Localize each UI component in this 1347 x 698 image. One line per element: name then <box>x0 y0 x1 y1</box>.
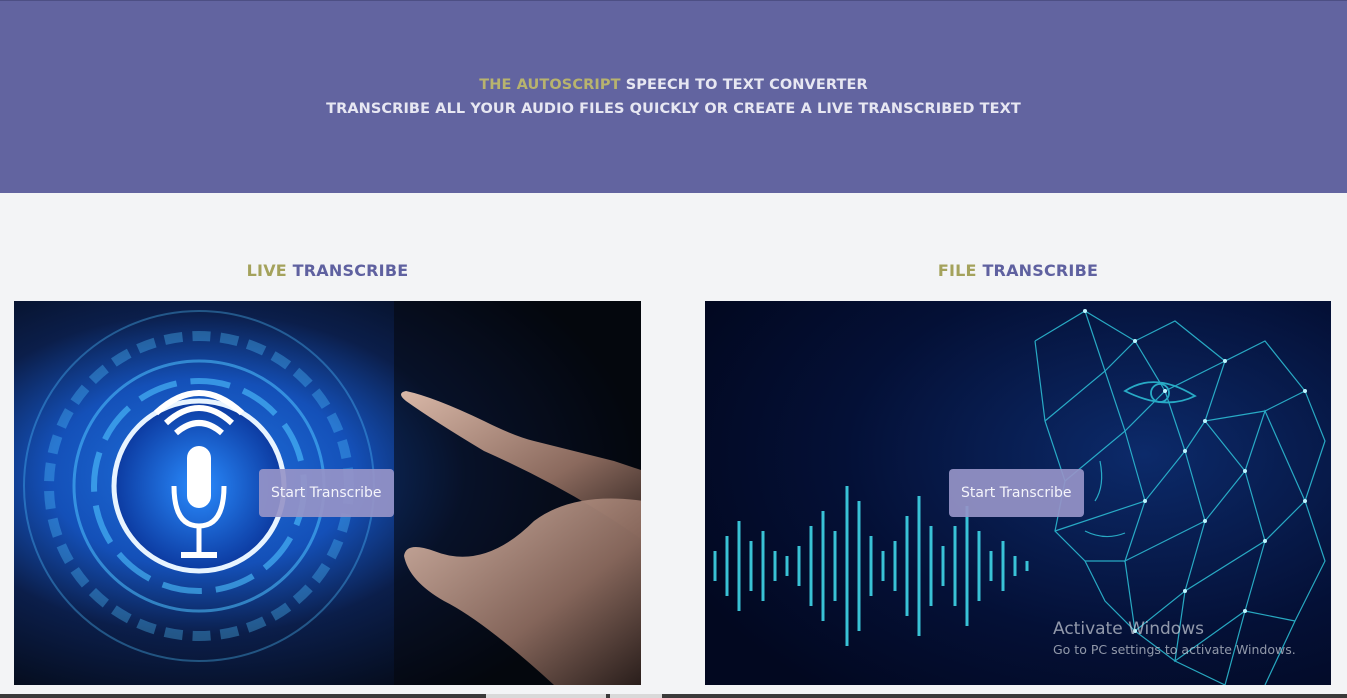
header-subtitle: TRANSCRIBE ALL YOUR AUDIO FILES QUICKLY … <box>326 101 1021 117</box>
header-title-rest: SPEECH TO TEXT CONVERTER <box>620 77 868 93</box>
horizontal-scrollbar[interactable] <box>0 694 1347 698</box>
file-title-accent: FILE <box>937 261 977 280</box>
hero-header: THE AUTOSCRIPT SPEECH TO TEXT CONVERTER … <box>0 0 1347 193</box>
activate-windows-watermark: Activate Windows Go to PC settings to ac… <box>1053 619 1296 657</box>
live-transcribe-title: LIVE TRANSCRIBE <box>14 261 641 280</box>
live-start-transcribe-button[interactable]: Start Transcribe <box>259 469 394 517</box>
scrollbar-thumb[interactable] <box>486 694 606 698</box>
file-transcribe-title: FILE TRANSCRIBE <box>705 261 1331 280</box>
scrollbar-segment <box>610 694 662 698</box>
header-title: THE AUTOSCRIPT SPEECH TO TEXT CONVERTER <box>0 77 1347 93</box>
live-title-rest: TRANSCRIBE <box>286 261 409 280</box>
live-transcribe-card: Start Transcribe <box>14 301 641 685</box>
file-title-rest: TRANSCRIBE <box>976 261 1099 280</box>
watermark-title: Activate Windows <box>1053 619 1204 639</box>
header-brand: THE AUTOSCRIPT <box>479 77 621 93</box>
watermark-subtitle: Go to PC settings to activate Windows. <box>1053 642 1296 657</box>
live-title-accent: LIVE <box>246 261 287 280</box>
file-start-transcribe-button[interactable]: Start Transcribe <box>949 469 1084 517</box>
